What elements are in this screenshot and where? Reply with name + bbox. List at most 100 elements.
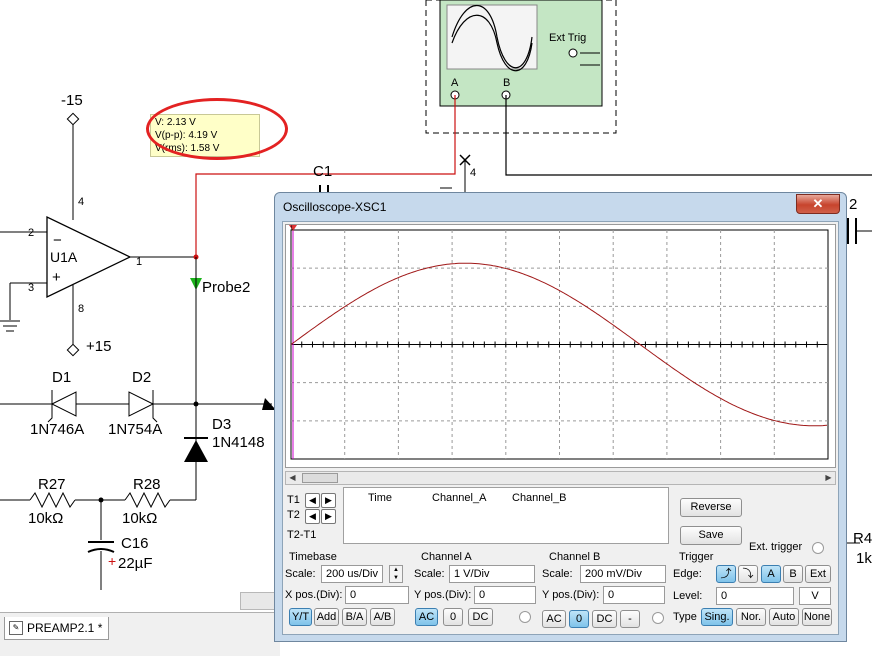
timebase-title: Timebase (289, 551, 337, 563)
d3-part-label: 1N4148 (212, 434, 265, 451)
trigger-type-none-button[interactable]: None (802, 608, 832, 626)
channel-b-scale-label: Scale: (542, 568, 573, 580)
timebase-xpos-field[interactable]: 0 (345, 586, 409, 604)
channel-b-zero-button[interactable]: 0 (569, 610, 589, 628)
trigger-title: Trigger (679, 551, 714, 563)
ext-trig-label: Ext Trig (549, 32, 587, 44)
svg-text:+: + (108, 553, 116, 569)
r27-value-label: 10kΩ (28, 510, 64, 527)
trigger-edge-label: Edge: (673, 568, 702, 580)
mode-ba-button[interactable]: B/A (342, 608, 367, 626)
channel-a-radio[interactable] (519, 611, 531, 623)
opamp-pin-1: 1 (136, 256, 143, 268)
trigger-type-label: Type (673, 611, 697, 623)
readout-header-channel-b: Channel_B (512, 492, 567, 504)
t1-label: T1 (287, 494, 300, 506)
channel-b-ypos-label: Y pos.(Div): (542, 589, 600, 601)
d1-label: D1 (52, 369, 72, 386)
schematic-doc-icon: ✎ (9, 621, 23, 635)
t2-right-arrow-icon[interactable]: ▶ (321, 509, 336, 524)
window-title: Oscilloscope-XSC1 (283, 200, 387, 214)
channel-b-ypos-field[interactable]: 0 (603, 586, 665, 604)
t1-right-arrow-icon[interactable]: ▶ (321, 493, 336, 508)
channel-b-ac-button[interactable]: AC (542, 610, 566, 628)
scroll-thumb[interactable] (302, 473, 338, 483)
scope-input-a-label: A (451, 77, 459, 89)
channel-a-dc-button[interactable]: DC (468, 608, 493, 626)
tab-preamp-label: PREAMP2.1 * (27, 621, 103, 635)
d2-part-label: 1N754A (108, 421, 163, 438)
probe-label: Probe2 (202, 279, 251, 296)
d2-label: D2 (132, 369, 152, 386)
r4-value-label: 1k (856, 550, 872, 567)
probe-highlight-circle (146, 98, 288, 160)
c1-label: C1 (313, 163, 333, 180)
trigger-source-ext-button[interactable]: Ext (805, 565, 831, 583)
r4-label: R4 (853, 530, 872, 547)
channel-a-ypos-label: Y pos.(Div): (414, 589, 472, 601)
rising-edge-icon[interactable]: ⤴ (716, 565, 736, 583)
c16-value-label: 22µF (118, 555, 153, 572)
trigger-type-single-button[interactable]: Sing. (701, 608, 733, 626)
timebase-scale-label: Scale: (285, 568, 316, 580)
oscilloscope-window: Oscilloscope-XSC1 ✕ 1 ◀ ▶ T1 ◀ ▶ T2 ◀ ▶ … (274, 192, 847, 642)
opamp-label: U1A (50, 249, 78, 265)
t2-left-arrow-icon[interactable]: ◀ (305, 509, 320, 524)
channel-a-zero-button[interactable]: 0 (443, 608, 463, 626)
r28-label: R28 (133, 476, 161, 493)
save-button[interactable]: Save (680, 526, 742, 545)
opamp-pin-8: 8 (78, 303, 85, 315)
ext-trigger-radio[interactable] (812, 542, 824, 554)
readout-header-time: Time (368, 492, 393, 504)
channel-a-ypos-field[interactable]: 0 (474, 586, 536, 604)
rail-negative-label: -15 (61, 92, 83, 109)
scroll-left-icon[interactable]: ◀ (286, 472, 299, 484)
channel-a-title: Channel A (421, 551, 472, 563)
timebase-xpos-label: X pos.(Div): (285, 589, 343, 601)
trigger-type-normal-button[interactable]: Nor. (736, 608, 766, 626)
t1-left-arrow-icon[interactable]: ◀ (305, 493, 320, 508)
d1-part-label: 1N746A (30, 421, 85, 438)
trigger-type-auto-button[interactable]: Auto (769, 608, 799, 626)
rail-positive-label: +15 (86, 338, 112, 355)
channel-b-radio[interactable] (652, 612, 664, 624)
opamp-pin-4: 4 (78, 196, 85, 208)
trigger-level-unit[interactable]: V (799, 587, 831, 605)
tab-preamp[interactable]: ✎ PREAMP2.1 * (4, 617, 110, 640)
r28-value-label: 10kΩ (122, 510, 158, 527)
trigger-source-b-button[interactable]: B (783, 565, 803, 583)
document-tab-bar: ✎ PREAMP2.1 * (0, 612, 280, 656)
channel-b-dc-button[interactable]: DC (592, 610, 617, 628)
reverse-button[interactable]: Reverse (680, 498, 742, 517)
scroll-right-icon[interactable]: ▶ (822, 472, 835, 484)
mode-ab-button[interactable]: A/B (370, 608, 395, 626)
cap-2-label: 2 (849, 196, 858, 213)
net-label-4: 4 (470, 167, 477, 179)
channel-a-scale-field[interactable]: 1 V/Div (449, 565, 535, 583)
opamp-pin-2: 2 (28, 227, 35, 239)
ext-trigger-label: Ext. trigger (749, 541, 803, 553)
channel-b-invert-button[interactable]: - (620, 610, 640, 628)
timebase-scale-field[interactable]: 200 us/Div (321, 565, 383, 583)
opamp-plus-sign: + (52, 269, 61, 286)
trigger-level-label: Level: (673, 590, 703, 602)
cursor-readout-table: Time Channel_A Channel_B (343, 487, 669, 544)
channel-a-ac-button[interactable]: AC (415, 608, 438, 626)
close-button[interactable]: ✕ (796, 194, 840, 214)
channel-b-scale-field[interactable]: 200 mV/Div (580, 565, 666, 583)
channel-b-title: Channel B (549, 551, 601, 563)
scope-time-scrollbar[interactable]: ◀ ▶ (285, 471, 836, 485)
oscilloscope-client: 1 ◀ ▶ T1 ◀ ▶ T2 ◀ ▶ T2-T1 Time Channel_A… (282, 221, 839, 635)
scope-display[interactable]: 1 (285, 224, 836, 468)
timebase-scale-spinner[interactable]: ▲ ▼ (389, 565, 403, 583)
mode-add-button[interactable]: Add (314, 608, 339, 626)
d3-label: D3 (212, 416, 232, 433)
mode-yt-button[interactable]: Y/T (289, 608, 312, 626)
scope-graticule: 1 (289, 225, 829, 460)
falling-edge-icon[interactable]: ⤵ (738, 565, 758, 583)
opamp-minus-sign: − (53, 232, 62, 249)
trigger-source-a-button[interactable]: A (761, 565, 781, 583)
t2-label: T2 (287, 509, 300, 521)
r27-label: R27 (38, 476, 66, 493)
trigger-level-field[interactable]: 0 (716, 587, 794, 605)
